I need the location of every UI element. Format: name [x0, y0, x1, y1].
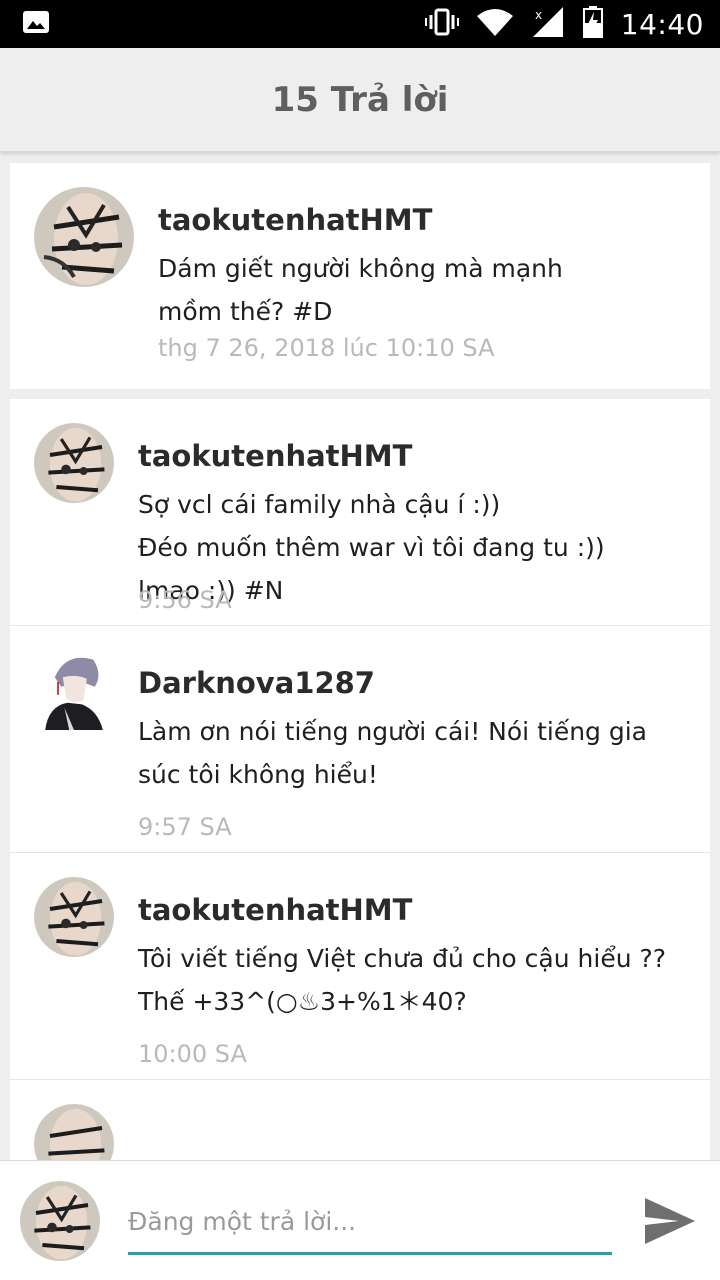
reply-list: taokutenhatHMT Sợ vcl cái family nhà cậu…: [10, 399, 710, 1160]
reply-message: Làm ơn nói tiếng người cái! Nói tiếng gi…: [138, 717, 647, 789]
reply-item: Darknova1287 Làm ơn nói tiếng người cái!…: [10, 626, 710, 853]
reply-input[interactable]: [128, 1197, 612, 1255]
page-title: 15 Trả lời: [271, 79, 449, 120]
avatar: [20, 1181, 100, 1261]
avatar[interactable]: [34, 650, 114, 730]
status-time: 14:40: [620, 7, 704, 41]
post-message: Dám giết người không mà mạnh mồm thế? #D: [158, 254, 563, 326]
reply-composer: [0, 1160, 720, 1280]
signal-icon: x: [531, 6, 565, 42]
image-icon: [22, 10, 50, 39]
avatar[interactable]: [34, 1104, 114, 1160]
avatar[interactable]: [34, 423, 114, 503]
reply-username[interactable]: taokutenhatHMT: [138, 893, 412, 927]
wifi-icon: [476, 8, 513, 41]
reply-item: taokutenhatHMT Sợ vcl cái family nhà cậu…: [10, 399, 710, 626]
send-button[interactable]: [640, 1191, 700, 1251]
post-username[interactable]: taokutenhatHMT: [158, 203, 432, 237]
battery-icon: [582, 5, 603, 43]
avatar[interactable]: [34, 187, 134, 287]
svg-text:x: x: [535, 8, 542, 22]
reply-timestamp: 10:00 SA: [138, 1040, 247, 1068]
avatar[interactable]: [34, 877, 114, 957]
reply-username[interactable]: taokutenhatHMT: [138, 439, 412, 473]
status-bar: x 14:40: [0, 0, 720, 48]
original-post: taokutenhatHMT Dám giết người không mà m…: [10, 163, 710, 389]
reply-timestamp: 9:57 SA: [138, 813, 232, 841]
comment-thread[interactable]: taokutenhatHMT Dám giết người không mà m…: [0, 152, 720, 1160]
vibrate-icon: [424, 8, 459, 41]
app-bar: 15 Trả lời: [0, 48, 720, 152]
reply-item: taokutenhatHMT Tôi viết tiếng Việt chưa …: [10, 853, 710, 1080]
reply-username[interactable]: Darknova1287: [138, 666, 375, 700]
reply-message: Tôi viết tiếng Việt chưa đủ cho cậu hiểu…: [138, 944, 667, 1016]
post-timestamp: thg 7 26, 2018 lúc 10:10 SA: [158, 334, 495, 362]
reply-timestamp: 9:56 SA: [138, 586, 232, 614]
reply-item: [10, 1080, 710, 1160]
send-icon: [645, 1198, 695, 1244]
